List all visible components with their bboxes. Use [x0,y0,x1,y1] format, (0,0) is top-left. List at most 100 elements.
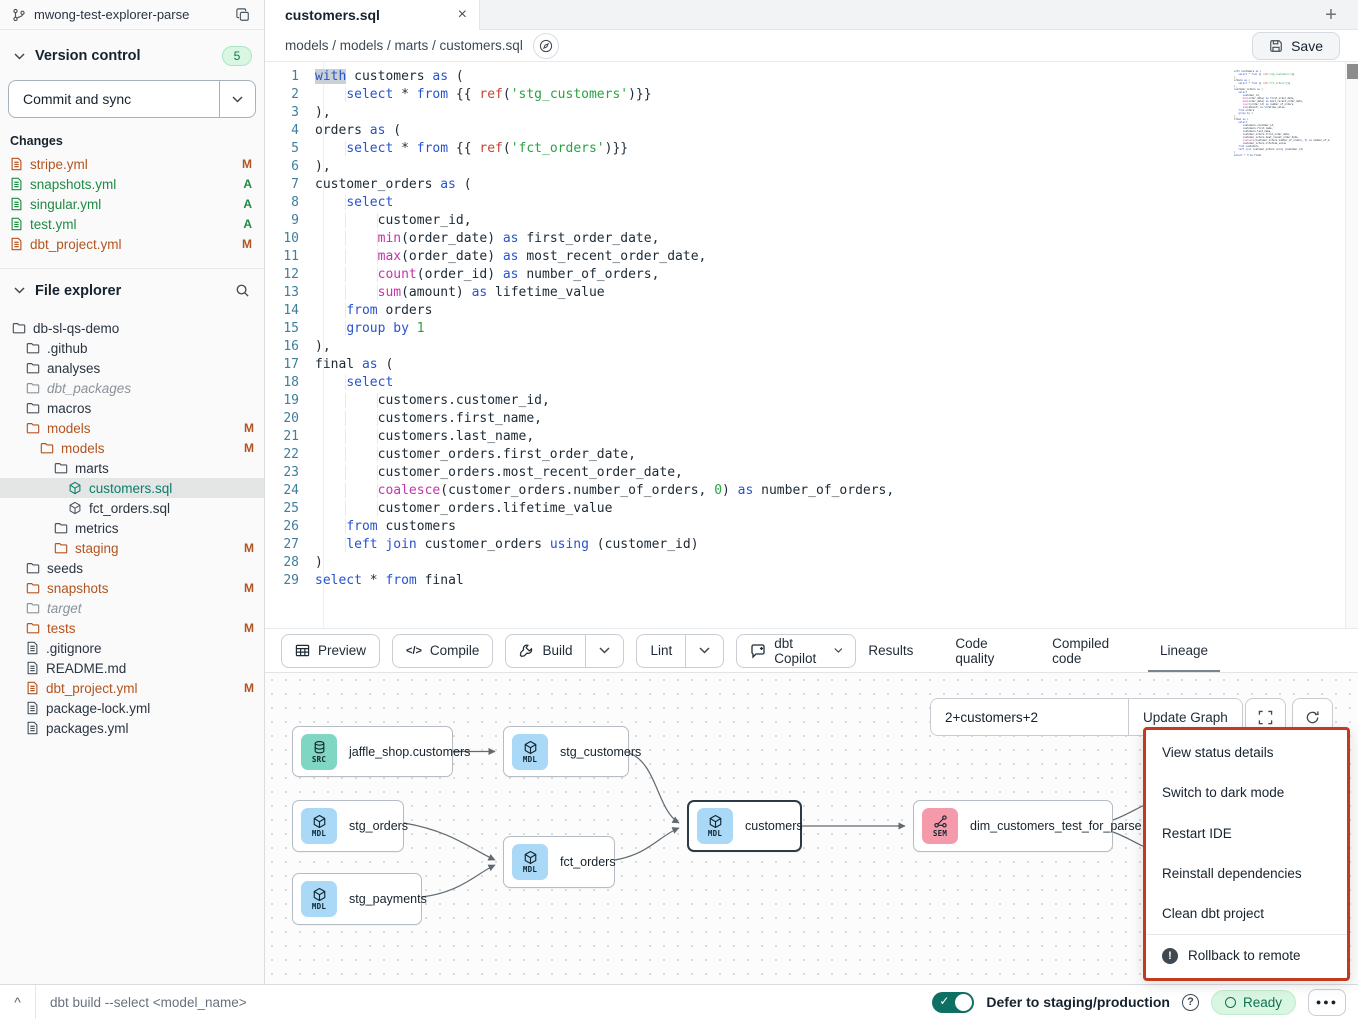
tab-code-quality[interactable]: Code quality [955,629,1010,673]
breadcrumb[interactable]: models / models / marts / customers.sql [285,38,523,53]
tab-results[interactable]: Results [868,629,913,673]
lineage-node-stg-customers[interactable]: MDL stg_customers [503,726,629,777]
lineage-node-fct-orders[interactable]: MDL fct_orders [503,836,615,888]
lineage-selector-input[interactable] [931,699,1128,735]
change-file-name: dbt_project.yml [30,237,122,252]
menu-item-label: Switch to dark mode [1162,785,1284,800]
line-number: 9 [265,212,315,230]
change-item[interactable]: stripe.yml M [0,154,264,174]
change-item[interactable]: singular.yml A [0,194,264,214]
menu-item-restart-ide[interactable]: Restart IDE [1146,813,1347,853]
tree-item-macros[interactable]: macros [0,398,264,418]
tab-compiled-code[interactable]: Compiled code [1052,629,1118,673]
minimap[interactable]: with customers as (select * from {{ ref(… [1234,70,1330,157]
code-line: 19 customers.customer_id, [265,392,1345,410]
save-button[interactable]: Save [1252,32,1340,60]
new-tab-button[interactable]: + [1314,0,1348,30]
lineage-node-label: dim_customers_test_for_parse [970,819,1142,833]
chevron-down-icon[interactable] [12,51,27,62]
tree-item-tests[interactable]: tests M [0,618,264,638]
code-area[interactable]: 1with customers as (2 select * from {{ r… [265,62,1345,628]
menu-item-switch-to-dark-mode[interactable]: Switch to dark mode [1146,773,1347,813]
change-item[interactable]: snapshots.yml A [0,174,264,194]
commit-and-sync-button[interactable]: Commit and sync [8,80,256,118]
tree-item-seeds[interactable]: seeds [0,558,264,578]
folder-icon [26,381,40,395]
line-number: 11 [265,248,315,266]
expand-command-panel-button[interactable]: ^ [0,985,36,1019]
tab-lineage[interactable]: Lineage [1160,629,1208,673]
code-line: 20 customers.first_name, [265,410,1345,428]
tree-item-analyses[interactable]: analyses [0,358,264,378]
tree-item-marts[interactable]: marts [0,458,264,478]
tree-item--gitignore[interactable]: .gitignore [0,638,264,658]
lineage-node-stg-orders[interactable]: MDL stg_orders [292,800,404,852]
lineage-node-stg-payments[interactable]: MDL stg_payments [292,873,422,925]
file-explorer-header: File explorer [0,269,264,310]
mdl-node-icon: MDL [697,808,733,844]
file-icon [10,217,23,231]
editor-scrollbar[interactable] [1345,62,1358,628]
lint-button[interactable]: Lint [637,635,685,667]
chevron-down-icon[interactable] [12,285,27,296]
lineage-node-dim-customers-test-for-parse[interactable]: SEM dim_customers_test_for_parse [913,800,1113,852]
code-line: 18 select [265,374,1345,392]
build-button[interactable]: Build [506,635,585,667]
close-icon[interactable]: × [458,7,467,23]
scrollbar-thumb[interactable] [1347,64,1358,79]
changes-heading: Changes [0,134,264,154]
tree-item-package-lock-yml[interactable]: package-lock.yml [0,698,264,718]
menu-item-clean-dbt-project[interactable]: Clean dbt project [1146,894,1347,934]
folder-icon [26,361,40,375]
fullscreen-icon [1258,710,1273,725]
tree-item-label: target [47,601,82,616]
model-cube-icon [68,501,82,515]
more-options-button[interactable]: ●●● [1308,989,1346,1016]
tree-item-customers-sql[interactable]: customers.sql [0,478,264,498]
tree-item-models[interactable]: models M [0,438,264,458]
menu-item-view-status-details[interactable]: View status details [1146,732,1347,772]
tree-item--github[interactable]: .github [0,338,264,358]
menu-item-rollback-to-remote[interactable]: ! Rollback to remote [1146,936,1347,976]
tab-customers-sql[interactable]: customers.sql × [265,0,480,30]
defer-toggle[interactable]: ✓ [932,992,974,1013]
tree-item-readme-md[interactable]: README.md [0,658,264,678]
tree-item-packages-yml[interactable]: packages.yml [0,718,264,738]
branch-name: mwong-test-explorer-parse [34,7,226,22]
change-file-name: stripe.yml [30,157,88,172]
menu-item-reinstall-dependencies[interactable]: Reinstall dependencies [1146,854,1347,894]
build-options-chevron[interactable] [585,635,623,667]
open-in-explorer-button[interactable] [533,33,559,59]
copy-icon [236,8,250,22]
folder-icon [26,421,40,435]
dbt-copilot-button[interactable]: dbt Copilot [736,634,856,668]
commit-options-chevron[interactable] [219,81,255,117]
tree-item-staging[interactable]: staging M [0,538,264,558]
tree-item-models[interactable]: models M [0,418,264,438]
tree-item-snapshots[interactable]: snapshots M [0,578,264,598]
tree-item-dbt-project-yml[interactable]: dbt_project.yml M [0,678,264,698]
lineage-node-jaffle-shop-customers[interactable]: SRC jaffle_shop.customers [292,726,453,777]
tree-item-db-sl-qs-demo[interactable]: db-sl-qs-demo [0,318,264,338]
tree-item-fct-orders-sql[interactable]: fct_orders.sql [0,498,264,518]
compile-button[interactable]: </> Compile [392,634,493,668]
changes-section: Changes stripe.yml M snapshots.yml A sin… [0,134,264,254]
code-editor[interactable]: 1with customers as (2 select * from {{ r… [265,62,1358,628]
help-icon[interactable]: ? [1182,994,1199,1011]
copy-branch-button[interactable] [234,6,252,24]
branch-selector[interactable]: mwong-test-explorer-parse [0,0,264,30]
search-icon[interactable] [233,281,252,300]
tree-item-dbt-packages[interactable]: dbt_packages [0,378,264,398]
lineage-node-customers[interactable]: MDL customers [687,800,802,852]
change-item[interactable]: dbt_project.yml M [0,234,264,254]
command-input[interactable]: dbt build --select <model_name> [36,995,932,1010]
lint-options-chevron[interactable] [685,635,723,667]
change-item[interactable]: test.yml A [0,214,264,234]
preview-button[interactable]: Preview [281,634,380,668]
tree-item-metrics[interactable]: metrics [0,518,264,538]
defer-label: Defer to staging/production [986,994,1170,1010]
tree-item-target[interactable]: target [0,598,264,618]
code-line: 29select * from final [265,572,1345,590]
code-line: 23 customer_orders.most_recent_order_dat… [265,464,1345,482]
code-line: 13 sum(amount) as lifetime_value [265,284,1345,302]
